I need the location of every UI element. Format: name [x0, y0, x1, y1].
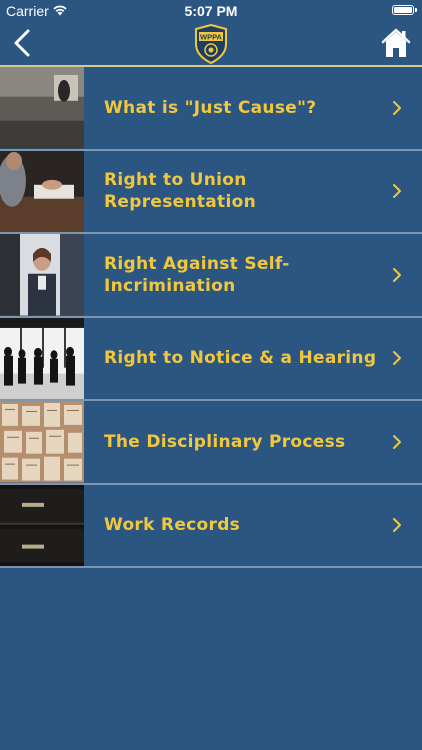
desk-gavel-photo — [0, 67, 84, 149]
menu-item-self-incrimination[interactable]: Right Against Self-Incrimination — [0, 234, 422, 318]
documents-photo — [0, 401, 84, 483]
file-drawers-photo — [0, 484, 84, 566]
wppa-logo: WPPA — [195, 24, 227, 64]
home-icon — [381, 28, 411, 57]
menu-item-work-records[interactable]: Work Records — [0, 484, 422, 568]
menu-item-just-cause[interactable]: What is "Just Cause"? — [0, 67, 422, 151]
logo-text: WPPA — [200, 33, 223, 42]
menu-item-label: Right Against Self-Incrimination — [104, 253, 290, 296]
chevron-right-icon — [393, 184, 401, 199]
chevron-right-icon — [393, 518, 401, 533]
menu-list: What is "Just Cause"? Right to Union Rep… — [0, 67, 422, 568]
menu-item-notice-hearing[interactable]: Right to Notice & a Hearing — [0, 317, 422, 401]
silhouettes-photo — [0, 317, 84, 399]
menu-item-label: What is "Just Cause"? — [104, 97, 317, 118]
menu-item-label: Right to Union Representation — [104, 170, 256, 213]
menu-item-union-representation[interactable]: Right to Union Representation — [0, 150, 422, 234]
menu-item-label: Right to Notice & a Hearing — [104, 348, 377, 369]
meeting-table-photo — [0, 150, 84, 232]
interview-photo — [0, 234, 84, 316]
battery-icon — [392, 5, 417, 15]
home-button[interactable] — [380, 26, 412, 60]
menu-item-disciplinary-process[interactable]: The Disciplinary Process — [0, 401, 422, 485]
back-button[interactable] — [8, 26, 38, 60]
chevron-left-icon — [14, 29, 30, 57]
chevron-right-icon — [393, 100, 401, 115]
chevron-right-icon — [393, 267, 401, 282]
status-time: 5:07 PM — [184, 3, 238, 19]
chevron-right-icon — [393, 351, 401, 366]
menu-item-label: Work Records — [104, 515, 241, 536]
menu-item-label: The Disciplinary Process — [104, 431, 346, 452]
chevron-right-icon — [393, 434, 401, 449]
status-bar: Carrier 5:07 PM — [0, 0, 422, 22]
nav-bar: WPPA — [0, 22, 422, 65]
